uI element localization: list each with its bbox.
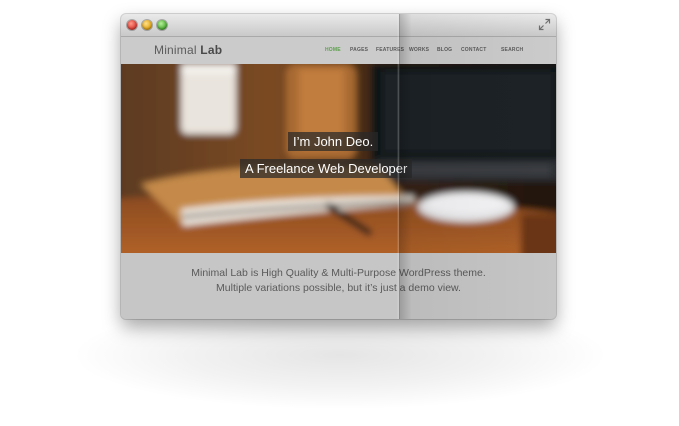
intro-text-line-2: Multiple variations possible, but it’s j… bbox=[216, 282, 461, 294]
fullscreen-arrows-icon[interactable] bbox=[538, 18, 551, 31]
nav-features[interactable]: FEATURES bbox=[376, 47, 404, 53]
close-window-icon[interactable] bbox=[127, 20, 137, 30]
logo-text-bold: Lab bbox=[200, 43, 223, 57]
hero-heading: I’m John Deo. bbox=[288, 132, 379, 151]
stage: Minimal Lab HOME PAGES FEATURES WORKS BL… bbox=[0, 0, 679, 426]
nav-works[interactable]: WORKS bbox=[409, 47, 429, 53]
site-header: Minimal Lab HOME PAGES FEATURES WORKS BL… bbox=[121, 37, 556, 64]
hero-subheading: A Freelance Web Developer bbox=[240, 159, 413, 178]
logo-text-light: Minimal bbox=[154, 43, 197, 57]
nav-contact[interactable]: CONTACT bbox=[461, 47, 486, 53]
nav-blog[interactable]: BLOG bbox=[437, 47, 452, 53]
hero-banner: I’m John Deo. A Freelance Web Developer bbox=[121, 64, 556, 253]
site-logo[interactable]: Minimal Lab bbox=[154, 43, 222, 57]
maximize-window-icon[interactable] bbox=[157, 20, 167, 30]
title-bar[interactable] bbox=[121, 14, 556, 37]
browser-window: Minimal Lab HOME PAGES FEATURES WORKS BL… bbox=[121, 14, 556, 319]
nav-search[interactable]: SEARCH bbox=[501, 47, 523, 53]
intro-section: Minimal Lab is High Quality & Multi-Purp… bbox=[121, 253, 556, 319]
minimize-window-icon[interactable] bbox=[142, 20, 152, 30]
nav-pages[interactable]: PAGES bbox=[350, 47, 368, 53]
intro-text-line-1: Minimal Lab is High Quality & Multi-Purp… bbox=[191, 267, 486, 279]
nav-home[interactable]: HOME bbox=[325, 47, 341, 53]
